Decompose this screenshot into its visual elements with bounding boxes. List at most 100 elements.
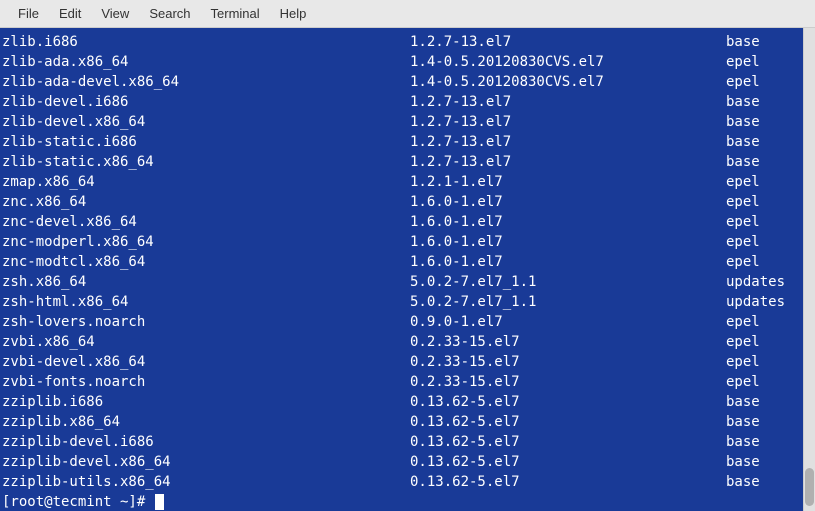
package-version: 0.2.33-15.el7 [410, 372, 726, 392]
package-name: zmap.x86_64 [2, 172, 410, 192]
package-repo: base [726, 412, 801, 432]
package-repo: base [726, 32, 801, 52]
shell-prompt: [root@tecmint ~]# [2, 492, 154, 511]
package-version: 0.2.33-15.el7 [410, 352, 726, 372]
package-name: zlib-ada.x86_64 [2, 52, 410, 72]
package-version: 1.2.7-13.el7 [410, 152, 726, 172]
package-name: zsh.x86_64 [2, 272, 410, 292]
package-version: 1.4-0.5.20120830CVS.el7 [410, 72, 726, 92]
menu-view[interactable]: View [91, 6, 139, 21]
package-row: zvbi-devel.x86_640.2.33-15.el7epel [2, 352, 801, 372]
menu-help[interactable]: Help [270, 6, 317, 21]
package-row: zziplib.i6860.13.62-5.el7base [2, 392, 801, 412]
cursor-icon [155, 494, 164, 510]
package-version: 5.0.2-7.el7_1.1 [410, 272, 726, 292]
menu-search[interactable]: Search [139, 6, 200, 21]
package-row: zsh-html.x86_645.0.2-7.el7_1.1updates [2, 292, 801, 312]
package-name: zziplib-devel.i686 [2, 432, 410, 452]
scrollbar-track[interactable] [803, 28, 815, 511]
package-name: zvbi-fonts.noarch [2, 372, 410, 392]
package-repo: epel [726, 72, 801, 92]
package-repo: epel [726, 192, 801, 212]
package-repo: epel [726, 372, 801, 392]
package-version: 1.6.0-1.el7 [410, 212, 726, 232]
package-name: zziplib.i686 [2, 392, 410, 412]
package-version: 0.2.33-15.el7 [410, 332, 726, 352]
package-name: zlib-devel.x86_64 [2, 112, 410, 132]
package-row: zziplib-devel.i6860.13.62-5.el7base [2, 432, 801, 452]
package-repo: epel [726, 352, 801, 372]
scrollbar-thumb[interactable] [805, 468, 814, 506]
package-name: zlib.i686 [2, 32, 410, 52]
package-version: 0.13.62-5.el7 [410, 392, 726, 412]
package-repo: epel [726, 172, 801, 192]
package-name: zlib-ada-devel.x86_64 [2, 72, 410, 92]
package-repo: epel [726, 312, 801, 332]
package-version: 0.13.62-5.el7 [410, 452, 726, 472]
package-row: zlib-ada.x86_641.4-0.5.20120830CVS.el7ep… [2, 52, 801, 72]
package-name: zsh-html.x86_64 [2, 292, 410, 312]
package-name: znc-modtcl.x86_64 [2, 252, 410, 272]
package-row: zlib-static.x86_641.2.7-13.el7base [2, 152, 801, 172]
package-version: 1.2.1-1.el7 [410, 172, 726, 192]
package-row: zlib-static.i6861.2.7-13.el7base [2, 132, 801, 152]
package-row: zvbi.x86_640.2.33-15.el7epel [2, 332, 801, 352]
package-repo: updates [726, 292, 801, 312]
package-name: znc-modperl.x86_64 [2, 232, 410, 252]
package-repo: base [726, 92, 801, 112]
package-name: znc.x86_64 [2, 192, 410, 212]
shell-prompt-line[interactable]: [root@tecmint ~]# [2, 492, 801, 511]
package-version: 1.2.7-13.el7 [410, 92, 726, 112]
package-name: zlib-static.i686 [2, 132, 410, 152]
package-version: 1.6.0-1.el7 [410, 252, 726, 272]
package-row: zziplib-devel.x86_640.13.62-5.el7base [2, 452, 801, 472]
package-name: zsh-lovers.noarch [2, 312, 410, 332]
package-repo: base [726, 112, 801, 132]
package-row: zmap.x86_641.2.1-1.el7epel [2, 172, 801, 192]
package-name: zlib-static.x86_64 [2, 152, 410, 172]
package-version: 1.6.0-1.el7 [410, 232, 726, 252]
package-version: 0.13.62-5.el7 [410, 432, 726, 452]
package-repo: base [726, 392, 801, 412]
menu-terminal[interactable]: Terminal [201, 6, 270, 21]
package-row: zsh-lovers.noarch0.9.0-1.el7epel [2, 312, 801, 332]
package-row: znc.x86_641.6.0-1.el7epel [2, 192, 801, 212]
menu-edit[interactable]: Edit [49, 6, 91, 21]
package-version: 0.13.62-5.el7 [410, 472, 726, 492]
terminal-output[interactable]: zlib.i6861.2.7-13.el7basezlib-ada.x86_64… [0, 28, 803, 511]
package-row: znc-modtcl.x86_641.6.0-1.el7epel [2, 252, 801, 272]
package-repo: base [726, 452, 801, 472]
package-name: zziplib-devel.x86_64 [2, 452, 410, 472]
package-version: 5.0.2-7.el7_1.1 [410, 292, 726, 312]
package-version: 1.2.7-13.el7 [410, 32, 726, 52]
terminal-wrapper: zlib.i6861.2.7-13.el7basezlib-ada.x86_64… [0, 28, 815, 511]
package-repo: updates [726, 272, 801, 292]
package-version: 0.9.0-1.el7 [410, 312, 726, 332]
package-row: zlib.i6861.2.7-13.el7base [2, 32, 801, 52]
menubar: File Edit View Search Terminal Help [0, 0, 815, 28]
package-row: zvbi-fonts.noarch0.2.33-15.el7epel [2, 372, 801, 392]
package-name: zziplib-utils.x86_64 [2, 472, 410, 492]
package-row: zsh.x86_645.0.2-7.el7_1.1updates [2, 272, 801, 292]
package-row: zlib-devel.i6861.2.7-13.el7base [2, 92, 801, 112]
package-version: 1.2.7-13.el7 [410, 132, 726, 152]
package-repo: epel [726, 52, 801, 72]
package-repo: base [726, 132, 801, 152]
package-repo: epel [726, 332, 801, 352]
package-name: zlib-devel.i686 [2, 92, 410, 112]
package-row: zziplib.x86_640.13.62-5.el7base [2, 412, 801, 432]
menu-file[interactable]: File [8, 6, 49, 21]
package-row: znc-modperl.x86_641.6.0-1.el7epel [2, 232, 801, 252]
package-version: 0.13.62-5.el7 [410, 412, 726, 432]
package-version: 1.4-0.5.20120830CVS.el7 [410, 52, 726, 72]
package-repo: epel [726, 212, 801, 232]
package-name: znc-devel.x86_64 [2, 212, 410, 232]
package-repo: epel [726, 232, 801, 252]
package-repo: base [726, 152, 801, 172]
package-row: zziplib-utils.x86_640.13.62-5.el7base [2, 472, 801, 492]
package-row: zlib-ada-devel.x86_641.4-0.5.20120830CVS… [2, 72, 801, 92]
package-repo: base [726, 472, 801, 492]
package-row: znc-devel.x86_641.6.0-1.el7epel [2, 212, 801, 232]
package-version: 1.2.7-13.el7 [410, 112, 726, 132]
package-name: zvbi.x86_64 [2, 332, 410, 352]
